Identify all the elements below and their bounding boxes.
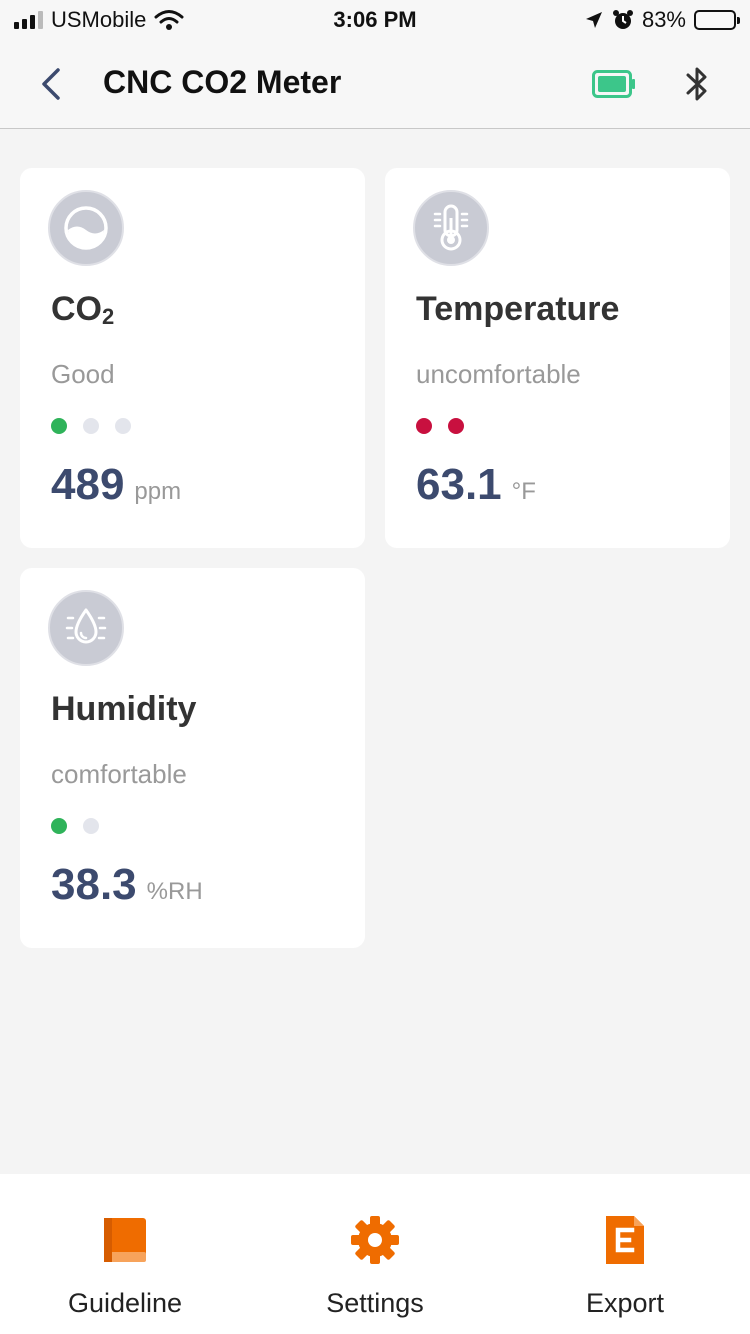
nav-bar: CNC CO2 Meter	[0, 40, 750, 129]
export-icon	[606, 1216, 644, 1264]
reading-value: 489	[51, 460, 125, 509]
tab-export[interactable]: Export	[500, 1174, 750, 1334]
card-title: Humidity	[51, 690, 197, 728]
humidity-icon	[48, 590, 124, 666]
tab-guideline[interactable]: Guideline	[0, 1174, 250, 1334]
level-dot	[83, 818, 99, 834]
reading-value: 63.1	[416, 460, 502, 509]
level-dot	[448, 418, 464, 434]
reading-unit: %RH	[146, 878, 203, 905]
level-dot	[416, 418, 432, 434]
device-battery-icon	[592, 70, 635, 98]
card-title: CO2	[51, 290, 115, 329]
level-dot	[51, 818, 67, 834]
reading: 63.1 °F	[416, 460, 536, 510]
card-status: Good	[51, 359, 115, 389]
location-icon	[585, 12, 602, 28]
reading-value: 38.3	[51, 860, 137, 909]
level-dot	[115, 418, 131, 434]
level-indicator	[51, 418, 131, 434]
reading-unit: ppm	[134, 478, 182, 505]
co2-icon	[48, 190, 124, 266]
co2-card[interactable]: CO2 Good 489 ppm	[20, 168, 365, 548]
level-indicator	[51, 818, 99, 834]
level-dot	[51, 418, 67, 434]
tab-label: Guideline	[67, 1288, 183, 1318]
tab-settings[interactable]: Settings	[250, 1174, 500, 1334]
humidity-card[interactable]: Humidity comfortable 38.3 %RH	[20, 568, 365, 948]
reading-unit: °F	[511, 478, 536, 505]
status-right: 83%	[584, 7, 740, 33]
card-status: comfortable	[51, 759, 187, 789]
tab-bar: Guideline Settings Export	[0, 1174, 750, 1334]
reading: 38.3 %RH	[51, 860, 203, 910]
level-indicator	[416, 418, 464, 434]
level-dot	[83, 418, 99, 434]
page-title: CNC CO2 Meter	[103, 64, 342, 100]
reading: 489 ppm	[51, 460, 181, 510]
tab-label: Export	[585, 1288, 665, 1318]
book-icon	[104, 1218, 146, 1262]
card-status: uncomfortable	[416, 359, 581, 389]
bluetooth-icon[interactable]	[680, 64, 714, 104]
thermometer-icon	[413, 190, 489, 266]
battery-icon	[694, 10, 740, 30]
battery-percent: 83%	[641, 7, 686, 32]
gear-icon	[351, 1216, 399, 1264]
status-bar: USMobile 3:06 PM 83%	[0, 0, 750, 40]
back-icon[interactable]	[36, 62, 72, 106]
tab-label: Settings	[326, 1288, 424, 1318]
screen: USMobile 3:06 PM 83% CNC CO2 Meter CO2 G…	[0, 0, 750, 1334]
card-title: Temperature	[416, 290, 620, 328]
temperature-card[interactable]: Temperature uncomfortable 63.1 °F	[385, 168, 730, 548]
alarm-icon	[612, 10, 633, 29]
